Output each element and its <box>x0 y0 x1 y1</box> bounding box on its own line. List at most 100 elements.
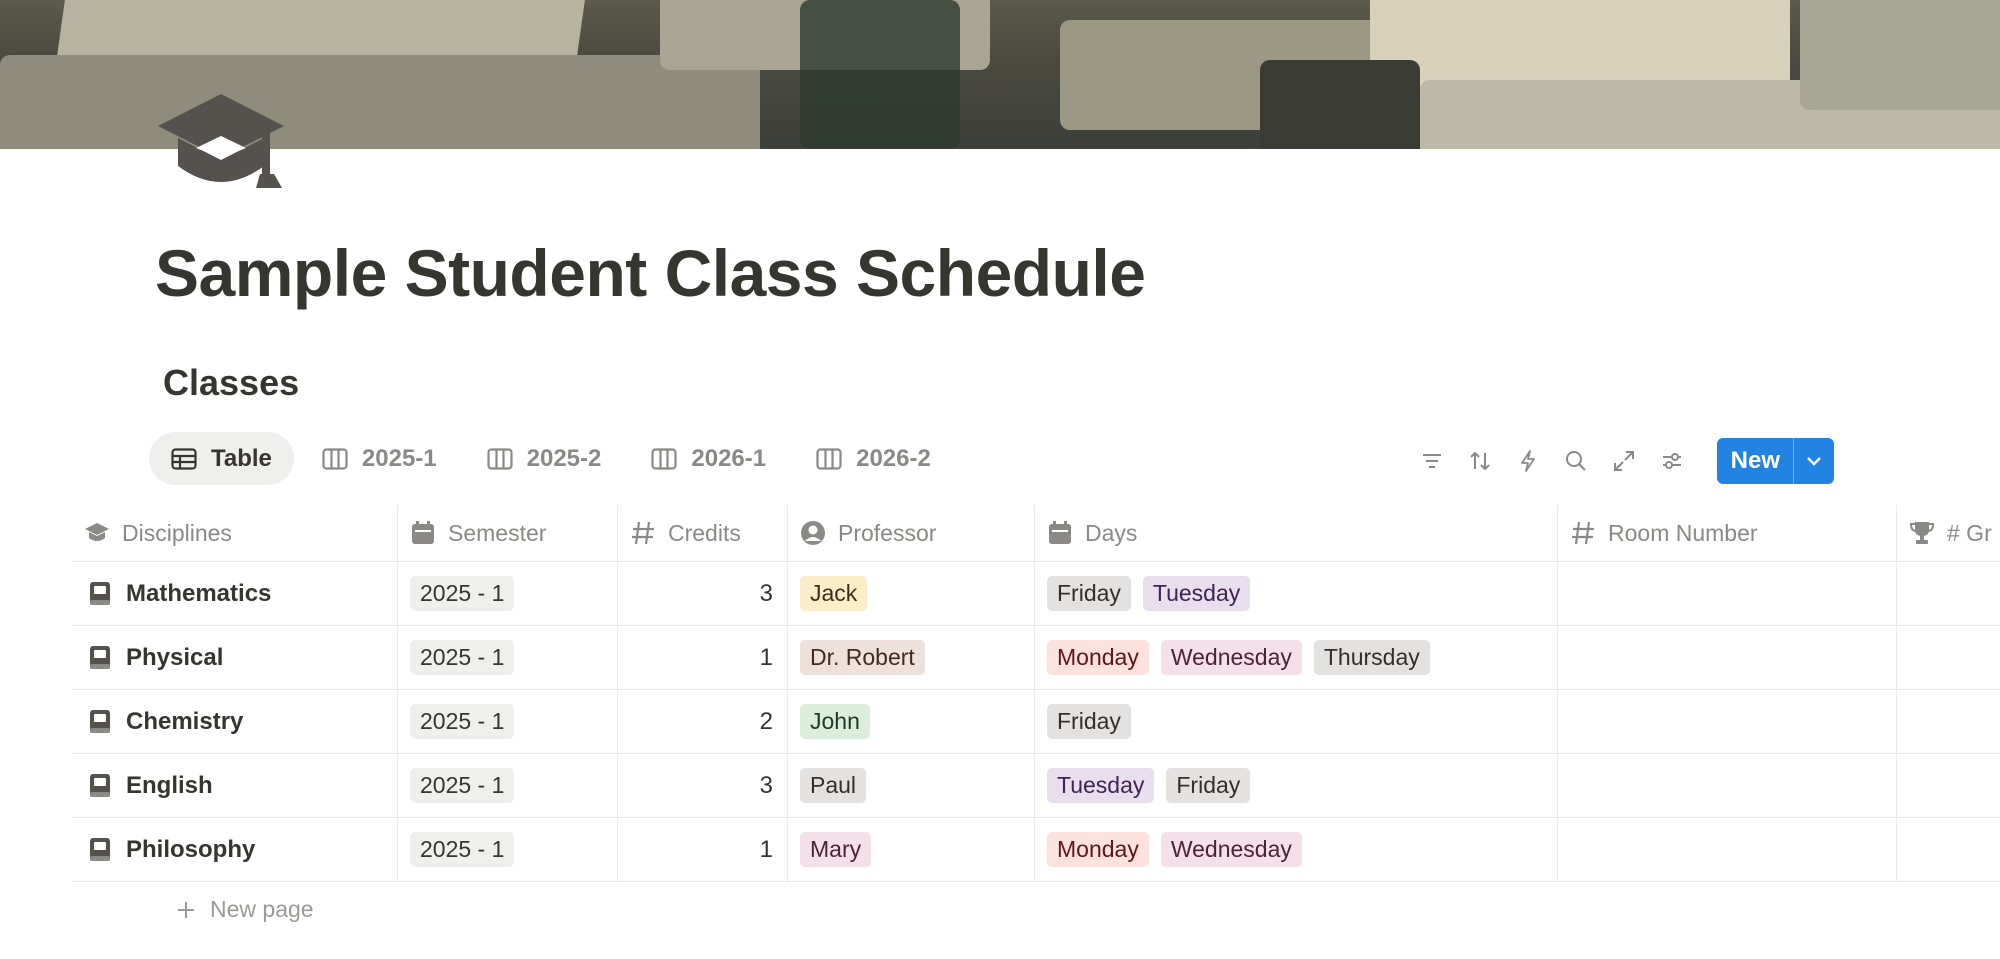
grade-cell[interactable] <box>1897 818 2000 881</box>
column-header-room-number[interactable]: Room Number <box>1558 505 1897 561</box>
room-number-cell[interactable] <box>1558 626 1897 689</box>
column-header-days[interactable]: Days <box>1035 505 1558 561</box>
discipline-cell[interactable]: Physical <box>72 626 398 689</box>
column-header-credits[interactable]: Credits <box>618 505 788 561</box>
credits-cell[interactable]: 1 <box>618 626 788 689</box>
discipline-cell[interactable]: English <box>72 754 398 817</box>
semester-cell[interactable]: 2025 - 1 <box>398 690 618 753</box>
classes-table: Disciplines Semester Credits Professor D… <box>72 505 2000 882</box>
board-icon <box>487 447 513 470</box>
board-icon <box>322 447 348 470</box>
board-icon <box>651 447 677 470</box>
column-header-disciplines[interactable]: Disciplines <box>72 505 398 561</box>
tab-label: Table <box>211 444 272 472</box>
column-header-semester[interactable]: Semester <box>398 505 618 561</box>
semester-tag: 2025 - 1 <box>410 703 515 740</box>
table-row[interactable]: English 2025 - 1 3 Paul Tuesday Friday <box>72 754 2000 818</box>
database-toolbar: New <box>1419 438 1834 484</box>
room-number-cell[interactable] <box>1558 754 1897 817</box>
discipline-name: Mathematics <box>126 579 272 607</box>
day-tag: Tuesday <box>1142 575 1251 612</box>
professor-cell[interactable]: Jack <box>788 562 1035 625</box>
credits-cell[interactable]: 2 <box>618 690 788 753</box>
days-cell[interactable]: Monday Wednesday Thursday <box>1035 626 1558 689</box>
table-row[interactable]: Philosophy 2025 - 1 1 Mary Monday Wednes… <box>72 818 2000 882</box>
graduation-cap-icon <box>85 523 109 541</box>
grade-cell[interactable] <box>1897 690 2000 753</box>
room-number-cell[interactable] <box>1558 818 1897 881</box>
tab-2025-2[interactable]: 2025-2 <box>465 432 624 485</box>
tab-label: 2026-2 <box>856 444 931 472</box>
semester-cell[interactable]: 2025 - 1 <box>398 818 618 881</box>
discipline-name: English <box>126 771 213 799</box>
professor-cell[interactable]: John <box>788 690 1035 753</box>
professor-cell[interactable]: Mary <box>788 818 1035 881</box>
credits-cell[interactable]: 3 <box>618 562 788 625</box>
professor-tag: Dr. Robert <box>800 639 925 676</box>
day-tag: Friday <box>1047 703 1131 740</box>
number-icon <box>632 521 654 545</box>
semester-cell[interactable]: 2025 - 1 <box>398 562 618 625</box>
credits-cell[interactable]: 3 <box>618 754 788 817</box>
table-icon <box>171 447 197 470</box>
new-button[interactable]: New <box>1717 438 1794 484</box>
new-page-label: New page <box>210 896 314 922</box>
semester-cell[interactable]: 2025 - 1 <box>398 626 618 689</box>
column-header-grade[interactable]: # Gr <box>1897 505 2000 561</box>
table-row[interactable]: Chemistry 2025 - 1 2 John Friday <box>72 690 2000 754</box>
graduation-cap-icon[interactable] <box>156 88 286 198</box>
discipline-cell[interactable]: Mathematics <box>72 562 398 625</box>
table-row[interactable]: Physical 2025 - 1 1 Dr. Robert Monday We… <box>72 626 2000 690</box>
professor-tag: Mary <box>800 831 872 868</box>
new-page-button[interactable]: New page <box>176 896 314 923</box>
column-header-professor[interactable]: Professor <box>788 505 1035 561</box>
table-header: Disciplines Semester Credits Professor D… <box>72 505 2000 562</box>
room-number-cell[interactable] <box>1558 690 1897 753</box>
table-row[interactable]: Mathematics 2025 - 1 3 Jack Friday Tuesd… <box>72 562 2000 626</box>
grade-cell[interactable] <box>1897 626 2000 689</box>
tab-table[interactable]: Table <box>149 432 294 485</box>
automation-icon[interactable] <box>1515 448 1541 474</box>
new-dropdown-button[interactable] <box>1794 438 1834 484</box>
professor-cell[interactable]: Dr. Robert <box>788 626 1035 689</box>
discipline-cell[interactable]: Philosophy <box>72 818 398 881</box>
tab-2026-1[interactable]: 2026-1 <box>629 432 788 485</box>
days-cell[interactable]: Friday Tuesday <box>1035 562 1558 625</box>
settings-icon[interactable] <box>1659 448 1685 474</box>
calendar-icon <box>412 521 434 544</box>
database-title[interactable]: Classes <box>163 362 299 404</box>
tab-label: 2025-2 <box>526 444 602 472</box>
number-icon <box>1572 521 1594 545</box>
semester-cell[interactable]: 2025 - 1 <box>398 754 618 817</box>
professor-tag: Paul <box>800 767 867 804</box>
day-tag: Friday <box>1047 575 1131 612</box>
tab-2026-2[interactable]: 2026-2 <box>794 432 953 485</box>
room-number-cell[interactable] <box>1558 562 1897 625</box>
expand-icon[interactable] <box>1611 448 1637 474</box>
book-icon <box>90 645 110 669</box>
filter-icon[interactable] <box>1419 448 1445 474</box>
day-tag: Thursday <box>1313 639 1430 676</box>
days-cell[interactable]: Tuesday Friday <box>1035 754 1558 817</box>
semester-tag: 2025 - 1 <box>410 639 515 676</box>
tab-2025-1[interactable]: 2025-1 <box>300 432 459 485</box>
professor-cell[interactable]: Paul <box>788 754 1035 817</box>
column-label: Days <box>1085 519 1138 546</box>
tab-label: 2026-1 <box>691 444 767 472</box>
board-icon <box>816 447 842 470</box>
view-tabs: Table 2025-1 2025-2 2026-1 2026-2 <box>149 432 953 485</box>
grade-cell[interactable] <box>1897 562 2000 625</box>
discipline-name: Chemistry <box>126 707 244 735</box>
grade-cell[interactable] <box>1897 754 2000 817</box>
book-icon <box>90 837 110 861</box>
book-icon <box>90 581 110 605</box>
credits-cell[interactable]: 1 <box>618 818 788 881</box>
cover-image <box>0 0 2000 149</box>
page-title[interactable]: Sample Student Class Schedule <box>155 235 1146 311</box>
new-button-group: New <box>1716 438 1834 484</box>
search-icon[interactable] <box>1563 448 1589 474</box>
days-cell[interactable]: Monday Wednesday <box>1035 818 1558 881</box>
days-cell[interactable]: Friday <box>1035 690 1558 753</box>
sort-icon[interactable] <box>1467 448 1493 474</box>
discipline-cell[interactable]: Chemistry <box>72 690 398 753</box>
